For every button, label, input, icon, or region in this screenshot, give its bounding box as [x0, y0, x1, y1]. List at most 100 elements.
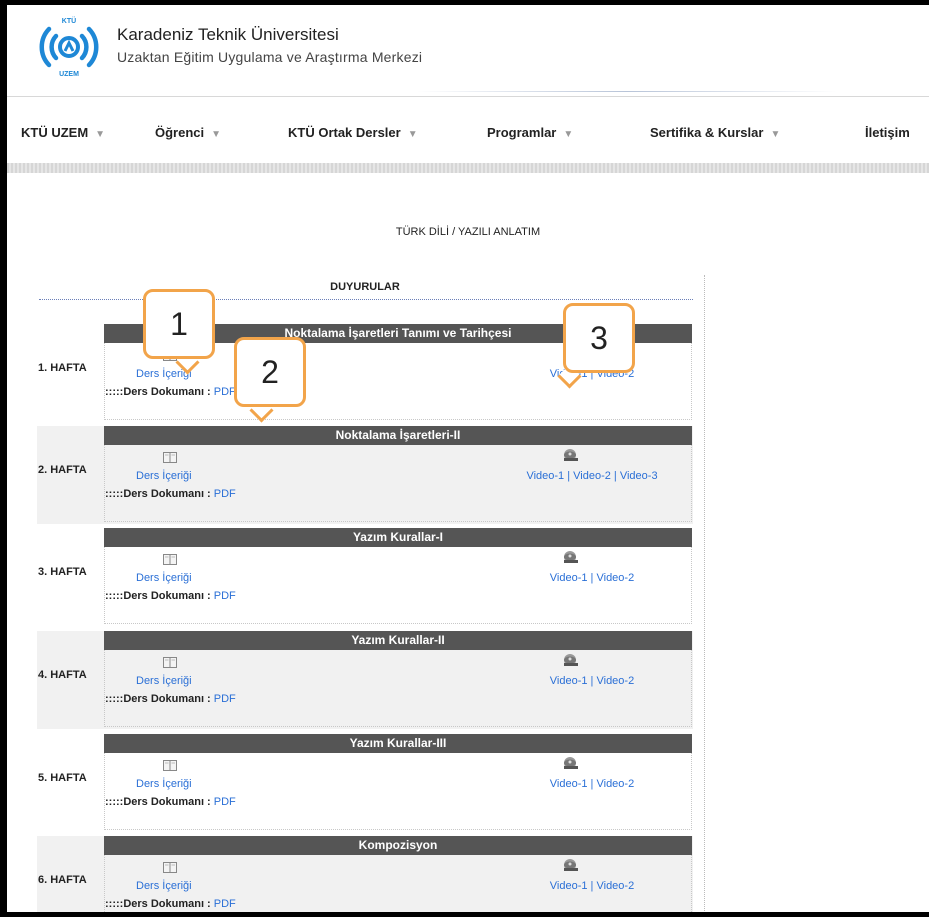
ders-icerigi-link[interactable]: Ders İçeriği [136, 572, 192, 584]
video-links: Video-1 | Video-2 [392, 572, 792, 584]
ders-dokumani-line: :::::Ders Dokumanı : PDF [105, 898, 236, 910]
doc-prefix: :::::Ders Dokumanı : [105, 488, 214, 500]
site-header: KTÜ UZEM Karadeniz Teknik Üniversitesi U… [7, 5, 929, 93]
pdf-link[interactable]: PDF [214, 796, 236, 808]
video-links: Video-1 | Video-2 [392, 880, 792, 892]
course-title: TÜRK DİLİ / YAZILI ANLATIM [395, 226, 541, 238]
doc-prefix: :::::Ders Dokumanı : [105, 693, 214, 705]
week-title: Kompozisyon [104, 836, 692, 855]
callout-3: 3 [563, 303, 635, 373]
doc-prefix: :::::Ders Dokumanı : [105, 898, 214, 910]
book-icon[interactable] [163, 655, 177, 668]
book-icon[interactable] [163, 758, 177, 771]
nav-item-programlar[interactable]: Programlar ▼ [487, 125, 573, 140]
film-reel-icon[interactable] [562, 549, 580, 565]
doc-prefix: :::::Ders Dokumanı : [105, 590, 214, 602]
video-link[interactable]: Video-1 [550, 675, 588, 687]
chevron-down-icon: ▼ [563, 129, 574, 140]
pdf-link[interactable]: PDF [214, 590, 236, 602]
week-title: Yazım Kurallar-II [104, 631, 692, 650]
nav-label: Öğrenci [155, 125, 205, 140]
university-name[interactable]: Karadeniz Teknik Üniversitesi [117, 25, 339, 45]
ders-dokumani-line: :::::Ders Dokumanı : PDF [105, 386, 236, 398]
doc-prefix: :::::Ders Dokumanı : [105, 796, 214, 808]
callout-2: 2 [234, 337, 306, 407]
video-link[interactable]: Video-1 [526, 470, 564, 482]
week-label: 4. HAFTA [38, 669, 87, 681]
video-link[interactable]: Video-2 [596, 572, 634, 584]
browser-viewport: KTÜ UZEM Karadeniz Teknik Üniversitesi U… [7, 5, 929, 912]
nav-item-ktu-uzem[interactable]: KTÜ UZEM ▼ [21, 125, 105, 140]
ders-dokumani-line: :::::Ders Dokumanı : PDF [105, 488, 236, 500]
film-reel-icon[interactable] [562, 755, 580, 771]
doc-prefix: :::::Ders Dokumanı : [105, 386, 214, 398]
nav-shadow-stripe [7, 163, 929, 173]
book-icon[interactable] [163, 450, 177, 463]
video-link[interactable]: Video-1 [550, 778, 588, 790]
nav-item-sertifika[interactable]: Sertifika & Kurslar ▼ [650, 125, 780, 140]
video-link[interactable]: Video-2 [573, 470, 611, 482]
film-reel-icon[interactable] [562, 652, 580, 668]
announcements-heading[interactable]: DUYURULAR [37, 281, 693, 293]
video-link[interactable]: Video-1 [550, 572, 588, 584]
ders-icerigi-link[interactable]: Ders İçeriği [136, 778, 192, 790]
ders-dokumani-line: :::::Ders Dokumanı : PDF [105, 796, 236, 808]
chevron-down-icon: ▼ [95, 129, 106, 140]
pdf-link[interactable]: PDF [214, 693, 236, 705]
nav-item-iletisim[interactable]: İletişim [865, 125, 910, 140]
pdf-link[interactable]: PDF [214, 386, 236, 398]
main-nav: KTÜ UZEM ▼ Öğrenci ▼ KTÜ Ortak Dersler ▼ Pr… [7, 96, 929, 164]
logo-top-text: KTÜ [62, 16, 76, 25]
ktu-uzem-logo-icon[interactable]: KTÜ UZEM [29, 15, 109, 79]
week-row: 2. HAFTA Noktalama İşaretleri-II Ders İçer… [37, 426, 693, 524]
week-label: 5. HAFTA [38, 772, 87, 784]
ders-dokumani-line: :::::Ders Dokumanı : PDF [105, 693, 236, 705]
week-title: Yazım Kurallar-I [104, 528, 692, 547]
header-divider [417, 91, 837, 92]
logo-bottom-text: UZEM [59, 71, 79, 78]
week-row: 4. HAFTA Yazım Kurallar-IIDers İçeriği:::… [37, 631, 693, 729]
ders-icerigi-link[interactable]: Ders İçeriği [136, 470, 192, 482]
pdf-link[interactable]: PDF [214, 488, 236, 500]
week-label: 3. HAFTA [38, 566, 87, 578]
pdf-link[interactable]: PDF [214, 898, 236, 910]
week-row: 3. HAFTA Yazım Kurallar-IDers İçeriği::::… [37, 528, 693, 626]
callout-1: 1 [143, 289, 215, 359]
video-link[interactable]: Video-2 [596, 675, 634, 687]
book-icon[interactable] [163, 552, 177, 565]
nav-label: KTÜ UZEM [21, 125, 89, 140]
nav-label: Sertifika & Kurslar [650, 125, 764, 140]
week-label: 6. HAFTA [38, 874, 87, 886]
video-separator: | [610, 470, 620, 482]
nav-label: Programlar [487, 125, 557, 140]
week-label: 2. HAFTA [38, 464, 87, 476]
week-label: 1. HAFTA [38, 362, 87, 374]
chevron-down-icon: ▼ [770, 129, 781, 140]
chevron-down-icon: ▼ [407, 129, 418, 140]
chevron-down-icon: ▼ [211, 129, 222, 140]
ders-icerigi-link[interactable]: Ders İçeriği [136, 880, 192, 892]
ders-dokumani-line: :::::Ders Dokumanı : PDF [105, 590, 236, 602]
announcements-divider [39, 299, 693, 300]
center-name: Uzaktan Eğitim Uygulama ve Araştırma Mer… [117, 49, 423, 65]
video-links: Video-1 | Video-2 [392, 778, 792, 790]
week-title: Noktalama İşaretleri-II [104, 426, 692, 445]
book-icon[interactable] [163, 860, 177, 873]
week-row: 5. HAFTA Yazım Kurallar-IIIDers İçeriği::… [37, 734, 693, 832]
video-link[interactable]: Video-2 [596, 880, 634, 892]
film-reel-icon[interactable] [562, 857, 580, 873]
nav-label: İletişim [865, 125, 910, 140]
week-title: Yazım Kurallar-III [104, 734, 692, 753]
film-reel-icon[interactable] [562, 447, 580, 463]
week-row: 6. HAFTA KompozisyonDers İçeriği:::::Ders… [37, 836, 693, 912]
nav-item-ogrenci[interactable]: Öğrenci ▼ [155, 125, 221, 140]
video-separator: | [564, 470, 574, 482]
video-link[interactable]: Video-2 [596, 778, 634, 790]
nav-item-ortak-dersler[interactable]: KTÜ Ortak Dersler ▼ [288, 125, 418, 140]
video-link[interactable]: Video-1 [550, 880, 588, 892]
video-link[interactable]: Video-3 [620, 470, 658, 482]
video-links: Video-1 | Video-2 [392, 675, 792, 687]
nav-label: KTÜ Ortak Dersler [288, 125, 401, 140]
video-links: Video-1 | Video-2 | Video-3 [392, 470, 792, 482]
ders-icerigi-link[interactable]: Ders İçeriği [136, 675, 192, 687]
